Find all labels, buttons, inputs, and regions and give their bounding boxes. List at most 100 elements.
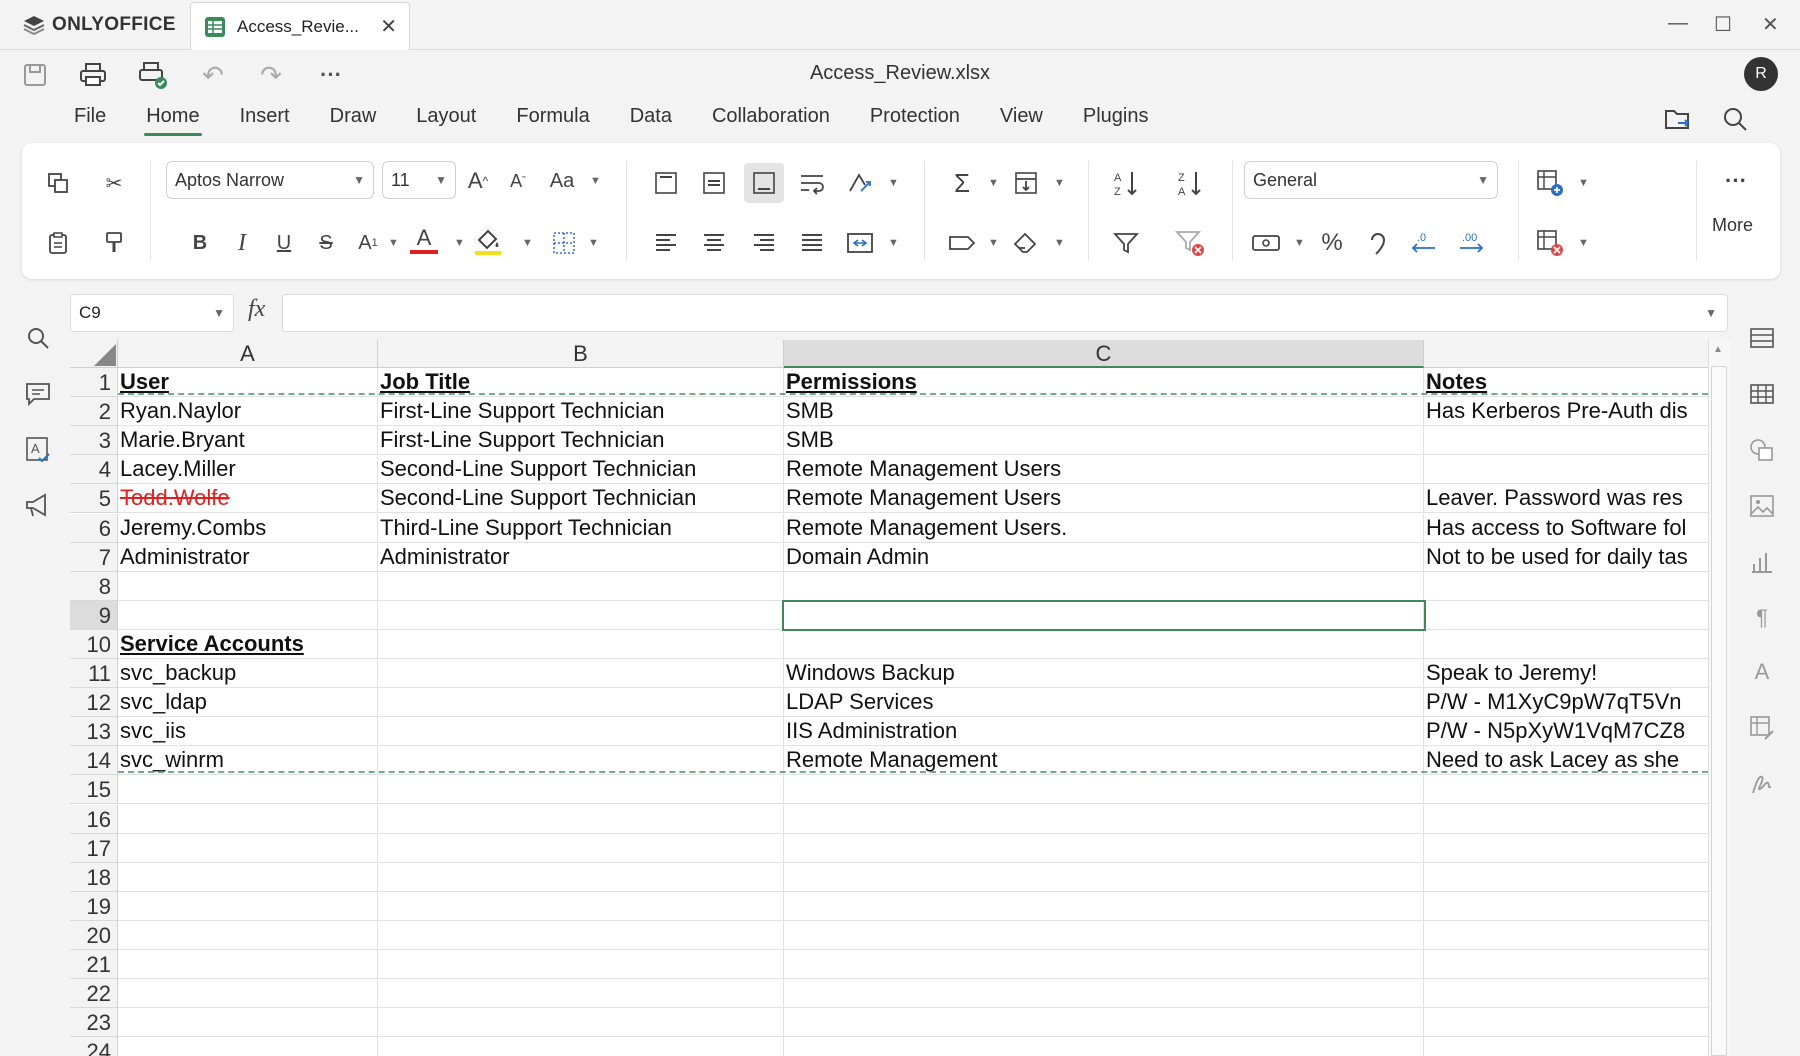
- cell-c17[interactable]: [784, 833, 1424, 863]
- row-header[interactable]: 6: [70, 513, 118, 543]
- row-header[interactable]: 7: [70, 542, 118, 572]
- row-header[interactable]: 14: [70, 746, 118, 776]
- more-icon[interactable]: ···: [1720, 165, 1752, 197]
- cell-c20[interactable]: [784, 920, 1424, 950]
- cell-d7[interactable]: Not to be used for daily tas: [1424, 543, 1710, 572]
- cell-c12[interactable]: LDAP Services: [784, 688, 1424, 718]
- cell-c18[interactable]: [784, 862, 1424, 892]
- chevron-down-icon[interactable]: ▼: [388, 237, 399, 249]
- cell-b5[interactable]: Second-Line Support Technician: [378, 484, 784, 514]
- cell-c19[interactable]: [784, 891, 1424, 921]
- cell-b6[interactable]: Third-Line Support Technician: [378, 513, 784, 543]
- cell-b17[interactable]: [378, 833, 784, 863]
- cell-a19[interactable]: [118, 891, 378, 921]
- cell-c5[interactable]: Remote Management Users: [784, 484, 1424, 514]
- chevron-down-icon[interactable]: ▼: [454, 237, 465, 249]
- clear-icon[interactable]: [1010, 227, 1042, 259]
- align-center-icon[interactable]: [698, 227, 730, 259]
- name-box[interactable]: C9 ▼: [70, 294, 234, 332]
- chevron-down-icon[interactable]: ▼: [1578, 237, 1589, 249]
- cell-d21[interactable]: [1424, 950, 1710, 979]
- cell-c8[interactable]: [784, 571, 1424, 601]
- row-header[interactable]: 11: [70, 659, 118, 688]
- cell-a16[interactable]: [118, 804, 378, 834]
- cell-c2[interactable]: SMB: [784, 397, 1424, 427]
- chevron-down-icon[interactable]: ▼: [588, 237, 599, 249]
- select-all-corner[interactable]: [70, 340, 118, 368]
- fill-icon[interactable]: [1010, 167, 1042, 199]
- wrap-text-icon[interactable]: [796, 167, 828, 199]
- cell-a10[interactable]: Service Accounts: [118, 629, 378, 659]
- scroll-up-icon[interactable]: ▲: [1713, 344, 1723, 355]
- row-header[interactable]: 4: [70, 455, 118, 485]
- sort-ascending-icon[interactable]: AZ: [1110, 167, 1142, 199]
- feedback-icon[interactable]: [22, 490, 54, 522]
- row-header[interactable]: 1: [70, 368, 118, 397]
- accounting-format-icon[interactable]: [1250, 227, 1282, 259]
- copy-icon[interactable]: [42, 167, 74, 199]
- cell-b2[interactable]: First-Line Support Technician: [378, 397, 784, 427]
- font-color-icon[interactable]: A: [408, 225, 440, 257]
- cell-b12[interactable]: [378, 688, 784, 718]
- cell-a18[interactable]: [118, 862, 378, 892]
- autosum-icon[interactable]: Σ: [946, 167, 978, 199]
- align-middle-icon[interactable]: [698, 167, 730, 199]
- cell-c11[interactable]: Windows Backup: [784, 659, 1424, 688]
- underline-icon[interactable]: U: [268, 227, 300, 259]
- cell-c15[interactable]: [784, 775, 1424, 805]
- cell-d23[interactable]: [1424, 1008, 1710, 1038]
- cell-settings-icon[interactable]: [1746, 322, 1778, 354]
- cell-b24[interactable]: [378, 1037, 784, 1056]
- table-settings-icon[interactable]: [1746, 378, 1778, 410]
- decrease-decimal-icon[interactable]: .0: [1408, 227, 1440, 259]
- cell-a2[interactable]: Ryan.Naylor: [118, 397, 378, 427]
- cut-icon[interactable]: ✂: [98, 167, 130, 199]
- chevron-down-icon[interactable]: ▼: [988, 237, 999, 249]
- row-header[interactable]: 24: [70, 1037, 118, 1056]
- cell-d17[interactable]: [1424, 834, 1710, 863]
- row-header[interactable]: 2: [70, 397, 118, 427]
- menu-layout[interactable]: Layout: [396, 102, 496, 138]
- comma-style-icon[interactable]: [1362, 227, 1394, 259]
- search-icon[interactable]: [22, 322, 54, 354]
- cell-b13[interactable]: [378, 717, 784, 747]
- cell-a23[interactable]: [118, 1008, 378, 1038]
- cell-b9[interactable]: [378, 600, 784, 630]
- cell-d8[interactable]: [1424, 572, 1710, 601]
- cell-b4[interactable]: Second-Line Support Technician: [378, 455, 784, 485]
- clear-filter-icon[interactable]: [1174, 227, 1206, 259]
- cell-c24[interactable]: [784, 1037, 1424, 1056]
- cell-d15[interactable]: [1424, 775, 1710, 805]
- more-label[interactable]: More: [1712, 215, 1753, 236]
- pivot-settings-icon[interactable]: [1746, 712, 1778, 744]
- cell-a6[interactable]: Jeremy.Combs: [118, 513, 378, 543]
- justify-icon[interactable]: [796, 227, 828, 259]
- row-header[interactable]: 12: [70, 688, 118, 718]
- search-icon[interactable]: [1722, 106, 1748, 137]
- cell-c16[interactable]: [784, 804, 1424, 834]
- cell-d5[interactable]: Leaver. Password was res: [1424, 484, 1710, 514]
- cell-d19[interactable]: [1424, 892, 1710, 921]
- percent-format-icon[interactable]: %: [1316, 227, 1348, 259]
- cell-a21[interactable]: [118, 950, 378, 979]
- align-left-icon[interactable]: [650, 227, 682, 259]
- cell-c4[interactable]: Remote Management Users: [784, 455, 1424, 485]
- menu-plugins[interactable]: Plugins: [1063, 102, 1169, 138]
- row-header[interactable]: 23: [70, 1008, 118, 1038]
- cell-c6[interactable]: Remote Management Users.: [784, 513, 1424, 543]
- cell-b21[interactable]: [378, 950, 784, 979]
- subscript-icon[interactable]: A1: [352, 227, 384, 259]
- avatar[interactable]: R: [1744, 57, 1778, 91]
- row-header[interactable]: 15: [70, 775, 118, 805]
- align-right-icon[interactable]: [748, 227, 780, 259]
- cell-d10[interactable]: [1424, 630, 1710, 659]
- increase-decimal-icon[interactable]: .00: [1456, 227, 1488, 259]
- chevron-down-icon[interactable]: ▼: [1054, 177, 1065, 189]
- row-header[interactable]: 5: [70, 484, 118, 514]
- window-close-icon[interactable]: ✕: [1762, 12, 1779, 37]
- menu-collaboration[interactable]: Collaboration: [692, 102, 850, 138]
- cell-a17[interactable]: [118, 833, 378, 863]
- chevron-down-icon[interactable]: ▼: [522, 237, 533, 249]
- cell-d6[interactable]: Has access to Software fol: [1424, 514, 1710, 543]
- cell-style-icon[interactable]: [946, 227, 978, 259]
